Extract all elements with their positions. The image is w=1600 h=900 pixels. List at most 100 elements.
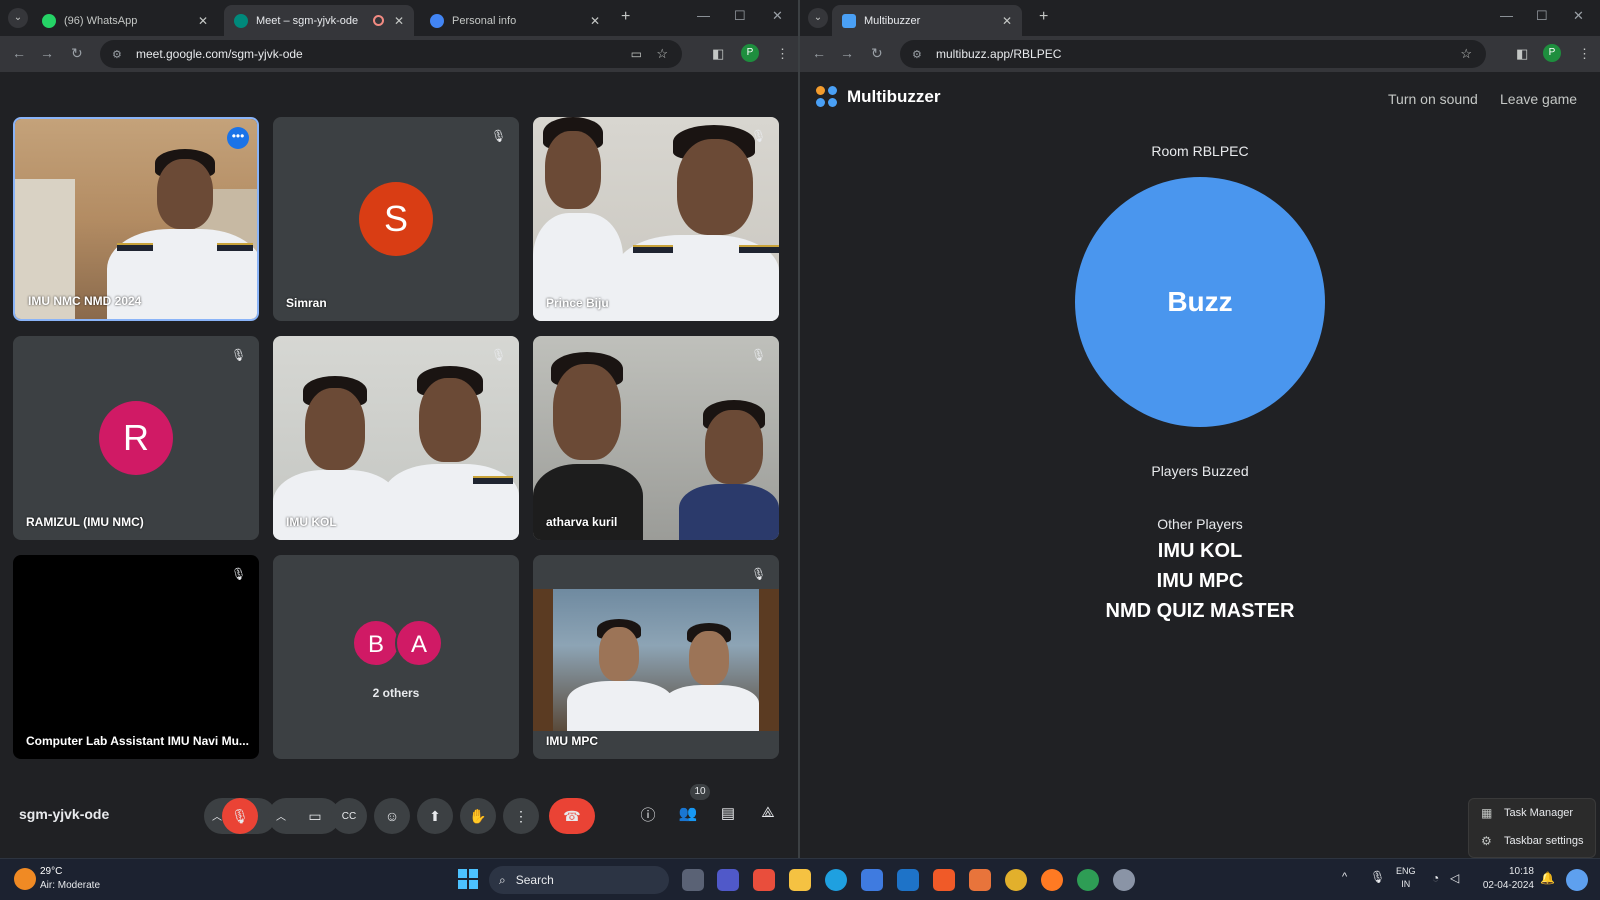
present-button[interactable]: ⬆ bbox=[417, 798, 453, 834]
star-icon[interactable]: ☆ bbox=[1460, 46, 1472, 62]
buzz-button[interactable]: Buzz bbox=[1075, 177, 1325, 427]
side-panel-icon[interactable]: ◧ bbox=[712, 46, 724, 62]
taskbar-settings-item[interactable]: ⚙ Taskbar settings bbox=[1469, 827, 1595, 855]
more-options-button[interactable]: ⋮ bbox=[503, 798, 539, 834]
uniform-shirt bbox=[273, 470, 399, 540]
close-icon[interactable]: ✕ bbox=[590, 14, 600, 28]
maximize-button[interactable]: ☐ bbox=[734, 8, 746, 24]
settings-icon[interactable] bbox=[1113, 869, 1135, 891]
tab-multibuzzer[interactable]: Multibuzzer ✕ bbox=[832, 5, 1022, 36]
maximize-button[interactable]: ☐ bbox=[1536, 8, 1548, 24]
participant-name: Prince Biju bbox=[546, 296, 609, 310]
tab-whatsapp[interactable]: (96) WhatsApp ✕ bbox=[32, 5, 218, 36]
chrome-profile-icon[interactable] bbox=[1077, 869, 1099, 891]
tab-search-button[interactable]: ⌄ bbox=[808, 8, 828, 28]
taskbar-search[interactable]: ⌕ Search bbox=[489, 866, 669, 894]
tab-meet[interactable]: Meet – sgm-yjvk-ode ✕ bbox=[224, 5, 414, 36]
minimize-button[interactable]: — bbox=[1500, 8, 1513, 23]
browser-toolbar: ← → ↻ ⚙ multibuzz.app/RBLPEC ☆ ◧ P ⋮ bbox=[800, 36, 1600, 72]
language-indicator[interactable]: ENG IN bbox=[1396, 865, 1416, 891]
back-icon[interactable]: ← bbox=[812, 45, 826, 61]
windows-start-icon[interactable] bbox=[458, 869, 478, 889]
participant-name: IMU NMC NMD 2024 bbox=[28, 294, 142, 308]
address-bar[interactable]: ⚙ meet.google.com/sgm-yjvk-ode ▭ ☆ bbox=[100, 40, 682, 68]
close-window-button[interactable]: ✕ bbox=[1573, 8, 1584, 24]
turn-on-sound-button[interactable]: Turn on sound bbox=[1388, 91, 1478, 107]
leave-game-button[interactable]: Leave game bbox=[1500, 91, 1577, 107]
chevron-up-icon[interactable]: ^ bbox=[1342, 871, 1347, 883]
close-icon[interactable]: ✕ bbox=[1002, 14, 1012, 28]
mail-icon[interactable] bbox=[897, 869, 919, 891]
reload-icon[interactable]: ↻ bbox=[871, 45, 883, 62]
people-icon[interactable]: 👥 bbox=[676, 804, 700, 828]
participant-tile[interactable]: ••• IMU NMC NMD 2024 bbox=[13, 117, 259, 321]
profile-avatar[interactable]: P bbox=[741, 44, 759, 62]
site-info-icon[interactable]: ⚙ bbox=[912, 48, 926, 61]
participant-tile[interactable]: 🎙 R RAMIZUL (IMU NMC) bbox=[13, 336, 259, 540]
wifi-icon[interactable]: ◔ bbox=[1432, 871, 1439, 885]
head bbox=[157, 159, 213, 229]
leave-call-button[interactable]: ☎ bbox=[549, 798, 595, 834]
camera-toggle-button[interactable]: ▭ bbox=[297, 798, 333, 834]
forward-icon[interactable]: → bbox=[40, 45, 54, 61]
copilot-icon[interactable] bbox=[1566, 869, 1588, 891]
address-bar[interactable]: ⚙ multibuzz.app/RBLPEC ☆ bbox=[900, 40, 1486, 68]
profile-avatar[interactable]: P bbox=[1543, 44, 1561, 62]
chevron-up-icon[interactable]: ︿ bbox=[276, 808, 286, 823]
close-window-button[interactable]: ✕ bbox=[772, 8, 783, 24]
weather-icon[interactable] bbox=[14, 868, 36, 890]
teams-icon[interactable] bbox=[717, 869, 739, 891]
mic-toggle-button[interactable]: 🎙 bbox=[222, 798, 258, 834]
file-explorer-icon[interactable] bbox=[789, 869, 811, 891]
task-manager-item[interactable]: ▦ Task Manager bbox=[1469, 799, 1595, 827]
camera-icon[interactable]: ▭ bbox=[631, 47, 642, 61]
close-icon[interactable]: ✕ bbox=[198, 14, 208, 28]
search-icon: ⌕ bbox=[499, 872, 506, 887]
forward-icon[interactable]: → bbox=[840, 45, 854, 61]
menu-icon[interactable]: ⋮ bbox=[776, 46, 789, 62]
info-icon[interactable]: ⓘ bbox=[636, 804, 660, 828]
chevron-up-icon[interactable]: ︿ bbox=[212, 808, 222, 823]
volume-icon[interactable]: ◁ bbox=[1450, 871, 1459, 885]
clock[interactable]: 10:18 02-04-2024 bbox=[1474, 865, 1534, 893]
task-view-icon[interactable] bbox=[682, 869, 704, 891]
tab-personal-info[interactable]: Personal info ✕ bbox=[420, 5, 610, 36]
edge-icon[interactable] bbox=[825, 869, 847, 891]
store-icon[interactable] bbox=[861, 869, 883, 891]
minimize-button[interactable]: — bbox=[697, 8, 710, 23]
player-name: NMD QUIZ MASTER bbox=[1105, 600, 1295, 622]
reload-icon[interactable]: ↻ bbox=[71, 45, 83, 62]
meet-browser-window: ⌄ (96) WhatsApp ✕ Meet – sgm-yjvk-ode ✕ … bbox=[0, 0, 798, 858]
microphone-icon[interactable]: 🎙 bbox=[1370, 870, 1385, 884]
chat-icon[interactable]: ▤ bbox=[716, 804, 740, 828]
app-icon[interactable] bbox=[969, 869, 991, 891]
tab-strip: ⌄ (96) WhatsApp ✕ Meet – sgm-yjvk-ode ✕ … bbox=[0, 0, 798, 36]
close-icon[interactable]: ✕ bbox=[394, 14, 404, 28]
menu-icon[interactable]: ⋮ bbox=[1578, 46, 1591, 62]
participant-tile[interactable]: 🎙 atharva kuril bbox=[533, 336, 779, 540]
new-tab-button[interactable]: + bbox=[621, 8, 630, 26]
tab-label: Meet – sgm-yjvk-ode bbox=[256, 14, 359, 27]
site-info-icon[interactable]: ⚙ bbox=[112, 48, 126, 61]
star-icon[interactable]: ☆ bbox=[656, 46, 668, 62]
brave-icon[interactable] bbox=[933, 869, 955, 891]
participant-tile[interactable]: 🎙 Computer Lab Assistant IMU Navi Mu... bbox=[13, 555, 259, 759]
raise-hand-button[interactable]: ✋ bbox=[460, 798, 496, 834]
more-options-icon[interactable]: ••• bbox=[227, 127, 249, 149]
activities-icon[interactable]: ⟁ bbox=[756, 804, 780, 828]
chrome-icon[interactable] bbox=[1005, 869, 1027, 891]
participant-tile[interactable]: 🎙 Prince Biju bbox=[533, 117, 779, 321]
firefox-icon[interactable] bbox=[1041, 869, 1063, 891]
side-panel-icon[interactable]: ◧ bbox=[1516, 46, 1528, 62]
participant-tile[interactable]: 🎙 IMU KOL bbox=[273, 336, 519, 540]
app-icon[interactable] bbox=[753, 869, 775, 891]
new-tab-button[interactable]: + bbox=[1039, 8, 1048, 26]
participant-tile[interactable]: 🎙 S Simran bbox=[273, 117, 519, 321]
notification-icon[interactable]: 🔔 bbox=[1540, 871, 1555, 885]
reactions-button[interactable]: ☺ bbox=[374, 798, 410, 834]
others-tile[interactable]: B A 2 others bbox=[273, 555, 519, 759]
tab-search-button[interactable]: ⌄ bbox=[8, 8, 28, 28]
back-icon[interactable]: ← bbox=[12, 45, 26, 61]
captions-button[interactable]: CC bbox=[331, 798, 367, 834]
participant-tile[interactable]: 🎙 IMU MPC bbox=[533, 555, 779, 759]
